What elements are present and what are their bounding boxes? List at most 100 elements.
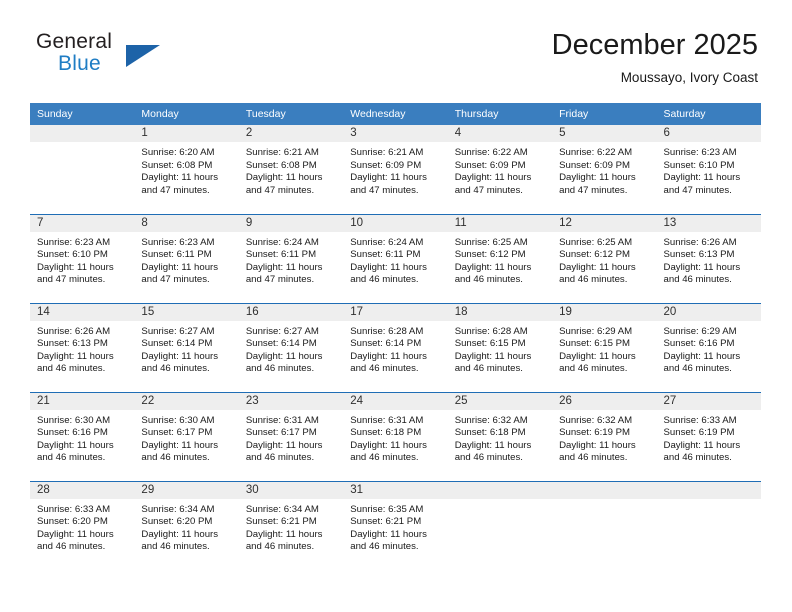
day-detail-line: Sunset: 6:10 PM [663,159,735,171]
day-detail-line: Sunrise: 6:33 AM [37,503,111,515]
calendar-day-cell[interactable]: 26 Sunrise: 6:32 AM Sunset: 6:19 PM Dayligh… [552,391,657,481]
calendar-day-cell[interactable]: 8 Sunrise: 6:23 AM Sunset: 6:11 PM Daylight… [134,213,239,303]
calendar-day-cell[interactable]: 10 Sunrise: 6:24 AM Sunset: 6:11 PM Dayligh… [343,213,448,303]
calendar-day-cell[interactable]: 5 Sunrise: 6:22 AM Sunset: 6:09 PM Daylight… [552,125,657,214]
calendar-day-cell[interactable]: 27 Sunrise: 6:33 AM Sunset: 6:19 PM Dayligh… [656,391,761,481]
calendar-day-cell[interactable]: 1 Sunrise: 6:20 AM Sunset: 6:08 PM Daylight… [134,125,239,214]
day-details: Sunrise: 6:22 AM Sunset: 6:09 PM Daylight:… [448,142,552,212]
day-detail-line: and 46 minutes. [37,363,106,375]
day-detail-line: and 47 minutes. [141,274,210,286]
calendar-day-cell[interactable]: 2 Sunrise: 6:21 AM Sunset: 6:08 PM Daylight… [238,125,344,214]
day-detail-line: Sunrise: 6:24 AM [350,236,424,248]
day-number: 3 [343,125,448,142]
day-detail-line: and 46 minutes. [663,363,732,375]
calendar-day-cell[interactable]: 14 Sunrise: 6:26 AM Sunset: 6:13 PM Dayligh… [30,302,135,392]
calendar-day-cell[interactable]: 28 Sunrise: 6:33 AM Sunset: 6:20 PM Dayligh… [30,480,135,570]
calendar-day-cell[interactable]: 9 Sunrise: 6:24 AM Sunset: 6:11 PM Daylight… [238,213,344,303]
calendar-day-cell[interactable]: 4 Sunrise: 6:22 AM Sunset: 6:09 PM Daylight… [447,125,553,214]
calendar-week-row: 21 Sunrise: 6:30 AM Sunset: 6:16 PM Dayligh… [30,391,761,481]
calendar-week-row: 1 Sunrise: 6:20 AM Sunset: 6:08 PM Daylight… [30,125,761,214]
day-detail-line: Sunset: 6:10 PM [37,249,108,261]
calendar-day-cell[interactable]: 22 Sunrise: 6:30 AM Sunset: 6:17 PM Dayligh… [134,391,239,481]
day-number: 16 [238,303,344,321]
day-detail-line: Daylight: 11 hours [350,528,427,540]
calendar-day-cell[interactable]: 31 Sunrise: 6:35 AM Sunset: 6:21 PM Dayligh… [343,480,448,570]
day-detail-line: Sunset: 6:14 PM [141,338,213,350]
calendar-day-cell[interactable]: 7 Sunrise: 6:23 AM Sunset: 6:10 PM Daylight… [30,213,135,303]
calendar-day-cell[interactable]: 17 Sunrise: 6:28 AM Sunset: 6:14 PM Dayligh… [343,302,448,392]
calendar-day-cell[interactable]: 16 Sunrise: 6:27 AM Sunset: 6:14 PM Dayligh… [238,302,344,392]
day-number [30,125,135,142]
day-detail-line: and 47 minutes. [559,184,628,196]
day-detail-line: Daylight: 11 hours [350,350,427,362]
day-detail-line: Daylight: 11 hours [37,528,114,540]
day-number: 25 [447,392,553,410]
calendar-page: General Blue December 2025 Moussayo, Ivo… [0,0,792,612]
day-detail-line: Sunset: 6:19 PM [559,427,631,439]
day-details: Sunrise: 6:20 AM Sunset: 6:08 PM Daylight:… [134,142,238,212]
calendar-day-cell[interactable]: 29 Sunrise: 6:34 AM Sunset: 6:20 PM Dayligh… [134,480,239,570]
day-number: 5 [552,125,657,142]
day-details: Sunrise: 6:32 AM Sunset: 6:19 PM Daylight:… [552,410,656,480]
day-detail-line: Sunset: 6:21 PM [350,516,422,528]
day-number [552,481,657,499]
day-detail-line: Sunset: 6:11 PM [350,249,421,261]
day-details: Sunrise: 6:27 AM Sunset: 6:14 PM Daylight:… [134,321,238,391]
calendar-day-cell[interactable]: 15 Sunrise: 6:27 AM Sunset: 6:14 PM Dayligh… [134,302,239,392]
calendar-day-cell[interactable]: 18 Sunrise: 6:28 AM Sunset: 6:15 PM Dayligh… [447,302,553,392]
day-detail-line: Sunrise: 6:22 AM [559,147,633,158]
day-detail-line: Daylight: 11 hours [454,261,532,273]
calendar-empty-cell [552,480,657,570]
day-detail-line: Sunrise: 6:21 AM [245,147,319,158]
day-number [447,481,553,499]
day-detail-line: Sunrise: 6:23 AM [663,147,737,158]
calendar-day-cell[interactable]: 6 Sunrise: 6:23 AM Sunset: 6:10 PM Daylight… [656,125,761,214]
day-detail-line: Daylight: 11 hours [37,261,114,273]
day-details: Sunrise: 6:23 AM Sunset: 6:10 PM Daylight:… [657,142,761,212]
day-number: 12 [552,214,657,232]
calendar-table: Sunday Monday Tuesday Wednesday Thursday… [30,103,761,570]
day-detail-line: Sunset: 6:21 PM [245,516,317,528]
day-detail-line: Sunrise: 6:22 AM [454,147,528,158]
day-number: 31 [343,481,448,499]
general-blue-logo[interactable]: General Blue [36,30,216,86]
day-number: 23 [238,392,344,410]
calendar-day-cell[interactable]: 11 Sunrise: 6:25 AM Sunset: 6:12 PM Dayligh… [447,213,553,303]
day-number: 29 [134,481,239,499]
calendar-day-cell[interactable]: 21 Sunrise: 6:30 AM Sunset: 6:16 PM Dayligh… [30,391,135,481]
day-details: Sunrise: 6:23 AM Sunset: 6:10 PM Daylight:… [30,232,134,302]
day-detail-line: Sunrise: 6:20 AM [141,147,215,158]
day-detail-line: and 46 minutes. [350,274,419,286]
day-detail-line: and 46 minutes. [141,363,210,375]
calendar-day-cell[interactable]: 30 Sunrise: 6:34 AM Sunset: 6:21 PM Dayligh… [238,480,344,570]
calendar-day-cell[interactable]: 3 Sunrise: 6:21 AM Sunset: 6:09 PM Daylight… [343,125,448,214]
day-detail-line: and 47 minutes. [350,184,419,196]
day-details: Sunrise: 6:35 AM Sunset: 6:21 PM Daylight:… [343,499,447,569]
calendar-day-cell[interactable]: 24 Sunrise: 6:31 AM Sunset: 6:18 PM Dayligh… [343,391,448,481]
calendar-day-cell[interactable]: 25 Sunrise: 6:32 AM Sunset: 6:18 PM Dayligh… [447,391,553,481]
day-number: 24 [343,392,448,410]
day-detail-line: Sunrise: 6:32 AM [559,414,633,426]
calendar-day-cell[interactable]: 13 Sunrise: 6:26 AM Sunset: 6:13 PM Dayligh… [656,213,761,303]
day-detail-line: Sunset: 6:17 PM [245,427,317,439]
calendar-day-cell[interactable]: 12 Sunrise: 6:25 AM Sunset: 6:12 PM Dayligh… [552,213,657,303]
day-detail-line: and 47 minutes. [663,184,732,196]
day-detail-line: Sunrise: 6:29 AM [559,325,633,337]
day-detail-line: and 47 minutes. [141,184,210,196]
day-details: Sunrise: 6:27 AM Sunset: 6:14 PM Daylight:… [239,321,343,391]
calendar-day-cell[interactable]: 19 Sunrise: 6:29 AM Sunset: 6:15 PM Dayligh… [552,302,657,392]
day-number: 18 [447,303,553,321]
day-detail-line: Sunrise: 6:35 AM [350,503,424,515]
calendar-day-cell[interactable]: 23 Sunrise: 6:31 AM Sunset: 6:17 PM Dayligh… [238,391,344,481]
weekday-header-tuesday: Tuesday [238,103,344,125]
day-details: Sunrise: 6:33 AM Sunset: 6:20 PM Daylight:… [30,499,134,569]
day-detail-line: Sunrise: 6:23 AM [37,236,111,248]
day-detail-line: Sunset: 6:11 PM [245,249,317,261]
day-detail-line: Sunrise: 6:23 AM [141,236,215,248]
day-detail-line: Sunset: 6:14 PM [245,338,317,350]
day-detail-line: Sunset: 6:20 PM [141,516,213,528]
day-detail-line: Sunset: 6:09 PM [350,159,422,171]
day-detail-line: Sunrise: 6:28 AM [350,325,424,337]
day-detail-line: Sunset: 6:11 PM [141,249,212,261]
calendar-day-cell[interactable]: 20 Sunrise: 6:29 AM Sunset: 6:16 PM Dayligh… [656,302,761,392]
